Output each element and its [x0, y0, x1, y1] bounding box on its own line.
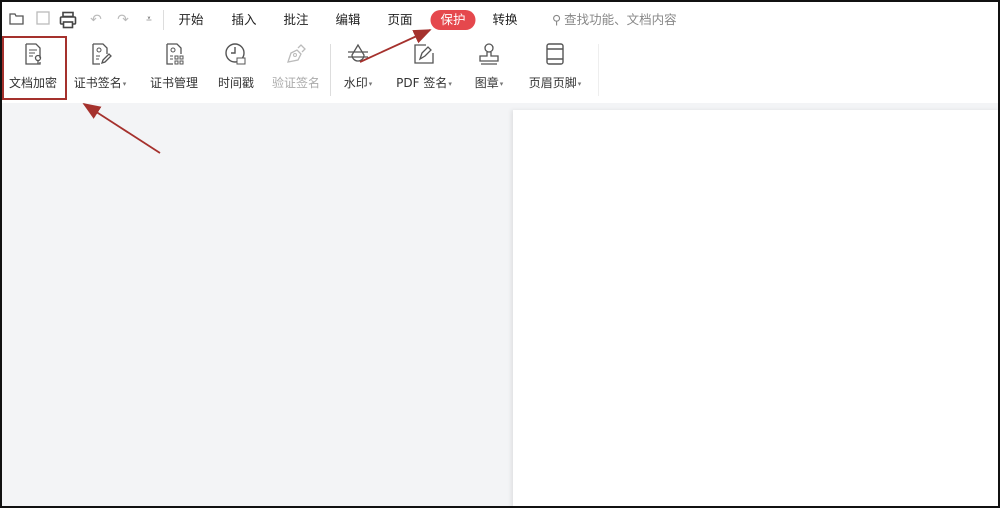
dropdown-caret-icon: ▾: [122, 79, 127, 88]
clock-stamp-icon: [225, 43, 246, 65]
timestamp-label: 时间戳: [217, 76, 254, 90]
header-footer-icon: [546, 43, 564, 65]
tab-page[interactable]: 页面: [387, 10, 412, 30]
search-input[interactable]: ⚲ 查找功能、文档内容: [552, 10, 677, 30]
dropdown-caret-icon: ▾: [499, 79, 504, 88]
pdf-sign-button[interactable]: PDF 签名▾: [389, 42, 459, 91]
cert-manage-label: 证书管理: [149, 76, 198, 90]
header-footer-label: 页眉页脚: [528, 76, 577, 90]
tab-edit[interactable]: 编辑: [335, 10, 360, 30]
undo-icon[interactable]: ↶: [87, 11, 105, 29]
dropdown-caret-icon: ▾: [448, 79, 452, 88]
stamp-button[interactable]: 图章▾: [458, 42, 520, 91]
tab-insert[interactable]: 插入: [231, 10, 256, 30]
highlight-box: [2, 36, 67, 100]
open-icon[interactable]: [8, 11, 26, 29]
tab-start[interactable]: 开始: [178, 10, 203, 30]
search-icon: ⚲: [552, 12, 562, 27]
verify-pen-icon: [287, 44, 306, 63]
cert-sign-icon: [92, 43, 112, 65]
timestamp-button[interactable]: 时间戳: [205, 42, 267, 91]
dropdown-caret-icon: ▾: [368, 79, 373, 88]
customize-icon[interactable]: ⩡: [140, 11, 158, 29]
search-placeholder: 查找功能、文档内容: [564, 12, 677, 27]
watermark-icon: [348, 43, 368, 62]
tab-protect[interactable]: 保护: [430, 10, 476, 30]
cert-sign-button[interactable]: 证书签名▾: [69, 42, 131, 91]
stamp-icon: [479, 43, 499, 65]
tab-convert[interactable]: 转换: [492, 10, 517, 30]
print-icon[interactable]: [59, 11, 77, 29]
cert-manage-button[interactable]: 证书管理: [143, 42, 205, 91]
cert-manage-icon: [166, 43, 184, 65]
redo-icon[interactable]: ↷: [114, 11, 132, 29]
save-icon[interactable]: [34, 11, 52, 29]
dropdown-caret-icon: ▾: [577, 79, 582, 88]
pdf-sign-label: PDF 签名: [396, 76, 448, 90]
cert-sign-label: 证书签名: [73, 76, 122, 90]
verify-sign-button[interactable]: 验证签名: [265, 42, 327, 91]
header-footer-button[interactable]: 页眉页脚▾: [520, 42, 590, 91]
watermark-button[interactable]: 水印▾: [327, 42, 389, 91]
stamp-label: 图章: [474, 76, 499, 90]
document-page[interactable]: [513, 110, 1000, 508]
watermark-label: 水印: [343, 76, 368, 90]
pen-sign-icon: [414, 44, 434, 64]
verify-sign-label: 验证签名: [271, 76, 320, 90]
tab-comment[interactable]: 批注: [283, 10, 308, 30]
